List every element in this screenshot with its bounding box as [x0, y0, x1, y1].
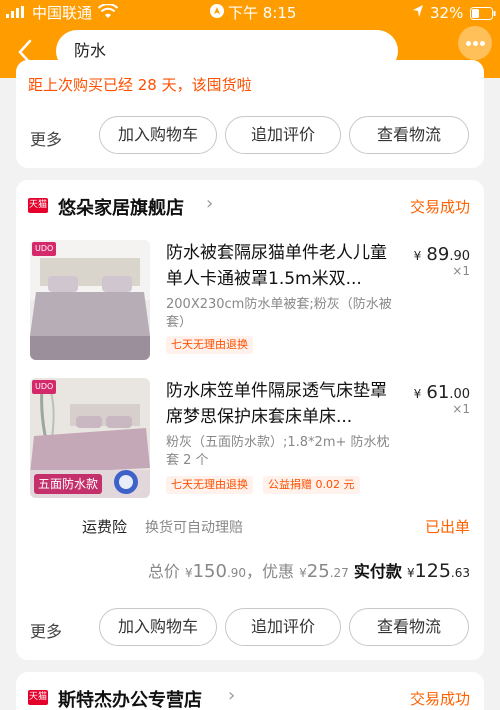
battery-icon — [470, 6, 496, 24]
carrier-name: 中国联通 — [32, 4, 93, 22]
product-quantity: ×1 — [452, 264, 470, 278]
more-link[interactable]: 更多 — [30, 618, 62, 642]
brand-logo: UDO — [32, 242, 57, 256]
order-total: 总价 ¥150.90，优惠 ¥25.27 实付款 ¥125.63 — [147, 560, 470, 582]
shipping-insurance-desc: 换货可自动理赔 — [145, 520, 243, 536]
add-review-button[interactable]: 追加评价 — [225, 608, 341, 646]
order-status: 交易成功 — [409, 198, 470, 216]
dot-icon — [473, 41, 478, 46]
product-spec: 粉灰（五面防水款）;1.8*2m+ 防水枕套 2 个 — [166, 435, 390, 468]
chevron-right-icon[interactable]: › — [206, 193, 213, 214]
order-card: 天猫 悠朵家居旗舰店 › 交易成功 UDO 防水被套隔尿猫单件老人儿童单人卡通被… — [16, 180, 484, 660]
product-image[interactable]: UDO 五面防水款 — [30, 378, 150, 498]
product-title[interactable]: 防水被套隔尿猫单件老人儿童单人卡通被罩1.5m米双... — [166, 240, 400, 292]
signal-icon — [6, 4, 26, 22]
shop-name[interactable]: 斯特杰办公专营店 — [58, 686, 202, 710]
insurance-status: 已出单 — [424, 518, 470, 536]
dot-icon — [466, 41, 471, 46]
product-spec: 200X230cm防水单被套;粉灰（防水被套） — [166, 297, 392, 330]
product-price: ¥ 89.90 — [413, 244, 470, 265]
chevron-right-icon[interactable]: › — [228, 685, 235, 706]
order-status: 交易成功 — [409, 690, 470, 708]
charity-tag: 公益捐赠 0.02 元 — [263, 476, 360, 494]
view-logistics-button[interactable]: 查看物流 — [349, 116, 469, 154]
shipping-insurance-label: 运费险 — [82, 518, 128, 536]
add-to-cart-button[interactable]: 加入购物车 — [99, 116, 217, 154]
clock-time: 下午 8:15 — [228, 4, 297, 22]
bed-image — [30, 240, 150, 360]
add-review-button[interactable]: 追加评价 — [225, 116, 341, 154]
brand-logo: UDO — [32, 380, 57, 394]
order-card: 天猫 斯特杰办公专营店 › 交易成功 — [16, 672, 484, 710]
product-title[interactable]: 防水床笠单件隔尿透气床垫罩席梦思保护床套床单床... — [166, 378, 400, 430]
battery-percent: 32% — [430, 4, 464, 22]
wifi-icon — [97, 3, 119, 23]
status-bar: 中国联通 下午 8:15 32% — [0, 0, 500, 26]
return-policy-tag: 七天无理由退换 — [166, 336, 253, 354]
product-image[interactable]: UDO — [30, 240, 150, 360]
tmall-badge: 天猫 — [28, 690, 48, 705]
more-link[interactable]: 更多 — [30, 126, 62, 150]
location-icon — [412, 4, 424, 22]
repurchase-notice: 距上次购买已经 28 天，该囤货啦 — [28, 76, 252, 94]
product-quantity: ×1 — [452, 402, 470, 416]
view-logistics-button[interactable]: 查看物流 — [349, 608, 469, 646]
product-price: ¥ 61.00 — [413, 382, 470, 403]
return-policy-tag: 七天无理由退换 — [166, 476, 253, 494]
more-menu-button[interactable] — [458, 26, 492, 60]
thumbnail-tag: 五面防水款 — [34, 474, 103, 494]
dot-icon — [480, 41, 485, 46]
shop-name[interactable]: 悠朵家居旗舰店 — [58, 194, 184, 220]
tmall-badge: 天猫 — [28, 198, 48, 213]
add-to-cart-button[interactable]: 加入购物车 — [99, 608, 217, 646]
location-arrow-icon — [210, 4, 224, 22]
